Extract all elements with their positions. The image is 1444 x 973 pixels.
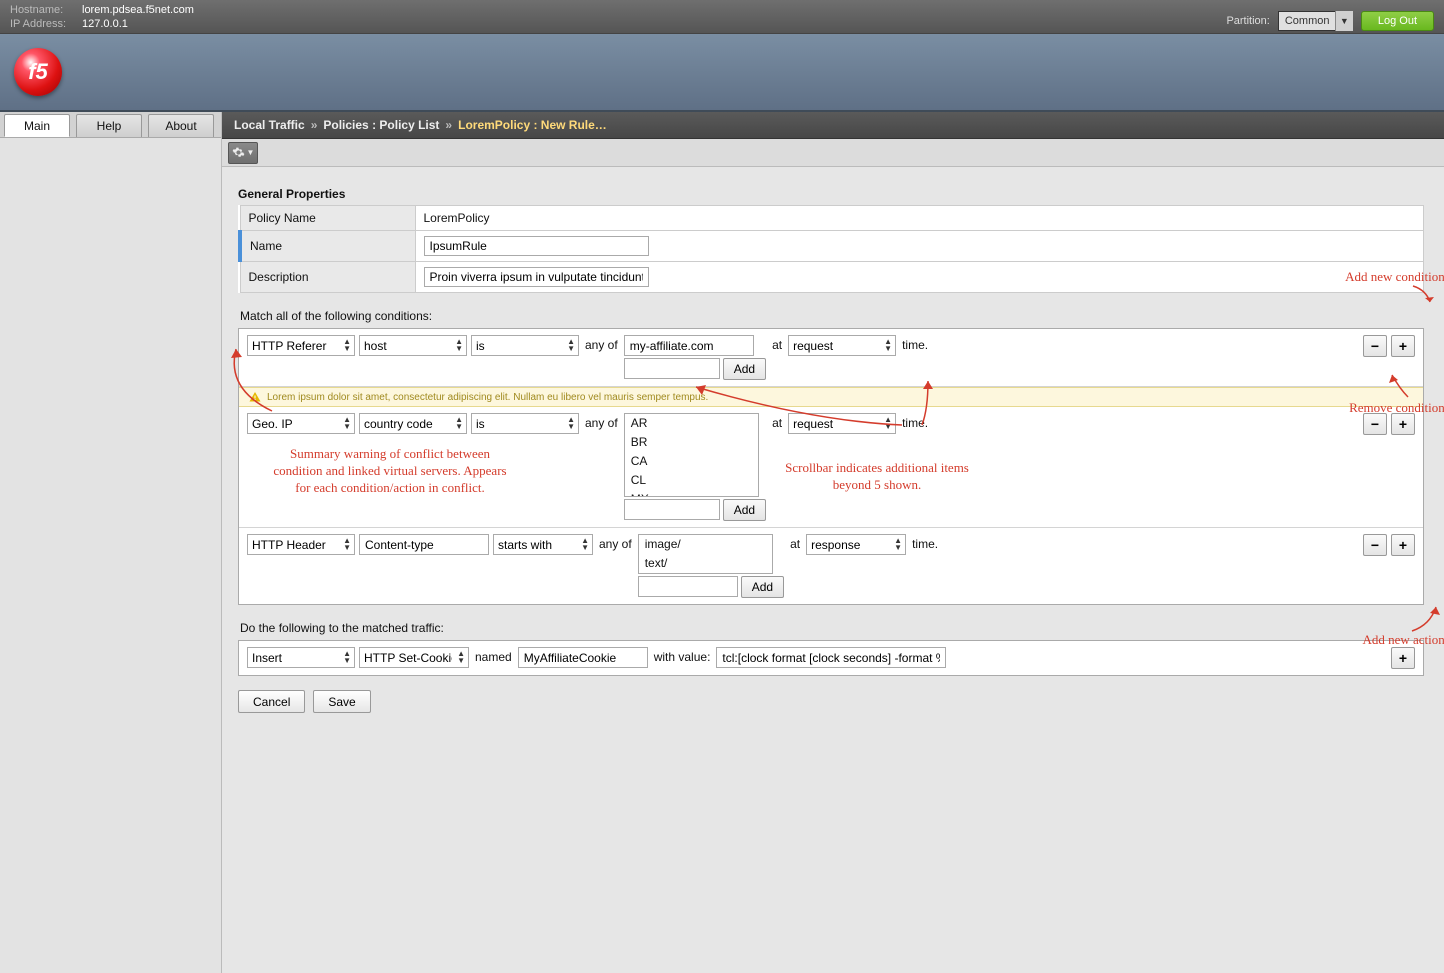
condition-row-3: HTTP Header starts with any of image/ te… (239, 528, 1423, 604)
cond2-compare-select[interactable]: is (471, 413, 579, 434)
gear-icon (232, 146, 245, 159)
act1-verb-select[interactable]: Insert (247, 647, 355, 668)
description-input[interactable] (424, 267, 649, 287)
list-item[interactable]: MX (625, 490, 758, 497)
cond3-header-name-input[interactable] (359, 534, 489, 555)
list-item[interactable]: image/ (639, 535, 772, 554)
cond2-add-button[interactable]: + (1391, 413, 1415, 435)
status-bar: Hostname:lorem.pdsea.f5net.com IP Addres… (0, 0, 1444, 34)
policy-name-value: LoremPolicy (415, 206, 1424, 231)
cond3-anyof-label: any of (597, 534, 634, 555)
cond2-remove-button[interactable]: − (1363, 413, 1387, 435)
cond3-at-label: at (788, 534, 802, 555)
cond2-at-label: at (770, 413, 784, 434)
cond1-value-0[interactable] (624, 335, 754, 356)
cancel-button[interactable]: Cancel (238, 690, 305, 713)
condition-warning-bar: Lorem ipsum dolor sit amet, consectetur … (239, 387, 1423, 407)
description-label: Description (240, 262, 415, 293)
f5-logo: f5 (14, 48, 62, 96)
partition-label: Partition: (1226, 15, 1269, 27)
conditions-box: HTTP Referer host is any of Add at reque… (238, 328, 1424, 605)
cond3-new-value-input[interactable] (638, 576, 738, 597)
cond1-sub-select[interactable]: host (359, 335, 467, 356)
hostname-label: Hostname: (10, 3, 82, 17)
toolbar: ▼ (222, 139, 1444, 167)
act1-target-select[interactable]: HTTP Set-Cookie (359, 647, 469, 668)
cond2-anyof-label: any of (583, 413, 620, 434)
cond2-time-label: time. (900, 413, 930, 434)
gear-menu-button[interactable]: ▼ (228, 142, 258, 164)
rule-name-input[interactable] (424, 236, 649, 256)
cond1-compare-select[interactable]: is (471, 335, 579, 356)
banner: f5 (0, 34, 1444, 112)
cond1-add-value-button[interactable]: Add (723, 358, 766, 380)
list-item[interactable]: BR (625, 433, 758, 452)
breadcrumb-1[interactable]: Local Traffic (234, 118, 305, 132)
sidebar-tab-main[interactable]: Main (4, 114, 70, 137)
action-row-1: Insert HTTP Set-Cookie named with value:… (239, 641, 1423, 675)
breadcrumb-current: LoremPolicy : New Rule… (458, 118, 607, 132)
policy-name-label: Policy Name (240, 206, 415, 231)
cond1-remove-button[interactable]: − (1363, 335, 1387, 357)
ip-value: 127.0.0.1 (82, 18, 128, 30)
cond3-time-label: time. (910, 534, 940, 555)
save-button[interactable]: Save (313, 690, 370, 713)
cond2-event-select[interactable]: request (788, 413, 896, 434)
main-panel: Local Traffic » Policies : Policy List »… (222, 112, 1444, 973)
cond3-remove-button[interactable]: − (1363, 534, 1387, 556)
cond1-event-select[interactable]: request (788, 335, 896, 356)
breadcrumb: Local Traffic » Policies : Policy List »… (222, 112, 1444, 139)
section-general-title: General Properties (238, 187, 1424, 201)
name-label: Name (240, 231, 415, 262)
chevron-down-icon: ▼ (247, 148, 255, 157)
cond2-values-list[interactable]: AR BR CA CL MX (624, 413, 759, 497)
warning-icon (249, 391, 261, 403)
cond1-add-button[interactable]: + (1391, 335, 1415, 357)
list-item[interactable]: text/ (639, 554, 772, 573)
actions-title: Do the following to the matched traffic: (240, 621, 1424, 635)
ip-label: IP Address: (10, 17, 82, 31)
actions-box: Insert HTTP Set-Cookie named with value:… (238, 640, 1424, 676)
cond2-add-value-button[interactable]: Add (723, 499, 766, 521)
sidebar-tab-about[interactable]: About (148, 114, 214, 137)
properties-table: Policy Name LoremPolicy Name Description (238, 205, 1424, 293)
f5-logo-ball: f5 (14, 48, 62, 96)
cond3-add-value-button[interactable]: Add (741, 576, 784, 598)
cond3-values-list[interactable]: image/ text/ (638, 534, 773, 574)
conditions-title: Match all of the following conditions: (240, 309, 432, 323)
cond2-operand-select[interactable]: Geo. IP (247, 413, 355, 434)
cond1-time-label: time. (900, 335, 930, 356)
cond1-new-value-input[interactable] (624, 358, 720, 379)
act1-named-label: named (473, 647, 514, 668)
act1-add-button[interactable]: + (1391, 647, 1415, 669)
condition-row-1: HTTP Referer host is any of Add at reque… (239, 329, 1423, 387)
condition-warning-text: Lorem ipsum dolor sit amet, consectetur … (267, 392, 708, 403)
hostname-value: lorem.pdsea.f5net.com (82, 4, 194, 16)
cond1-at-label: at (770, 335, 784, 356)
sidebar-tab-help[interactable]: Help (76, 114, 142, 137)
list-item[interactable]: CL (625, 471, 758, 490)
cond1-anyof-label: any of (583, 335, 620, 356)
cond3-operand-select[interactable]: HTTP Header (247, 534, 355, 555)
cond1-operand-select[interactable]: HTTP Referer (247, 335, 355, 356)
sidebar: Main Help About (0, 112, 222, 973)
list-item[interactable]: AR (625, 414, 758, 433)
act1-name-input[interactable] (518, 647, 648, 668)
cond3-compare-select[interactable]: starts with (493, 534, 593, 555)
cond2-new-value-input[interactable] (624, 499, 720, 520)
act1-value-input[interactable] (716, 647, 946, 668)
cond3-event-select[interactable]: response (806, 534, 906, 555)
list-item[interactable]: CA (625, 452, 758, 471)
logout-button[interactable]: Log Out (1361, 11, 1434, 31)
cond3-add-button[interactable]: + (1391, 534, 1415, 556)
breadcrumb-2[interactable]: Policies : Policy List (323, 118, 439, 132)
partition-select[interactable]: Common (1278, 11, 1353, 31)
condition-row-2: Geo. IP country code is any of AR BR CA … (239, 407, 1423, 528)
act1-withvalue-label: with value: (652, 647, 713, 668)
cond2-sub-select[interactable]: country code (359, 413, 467, 434)
